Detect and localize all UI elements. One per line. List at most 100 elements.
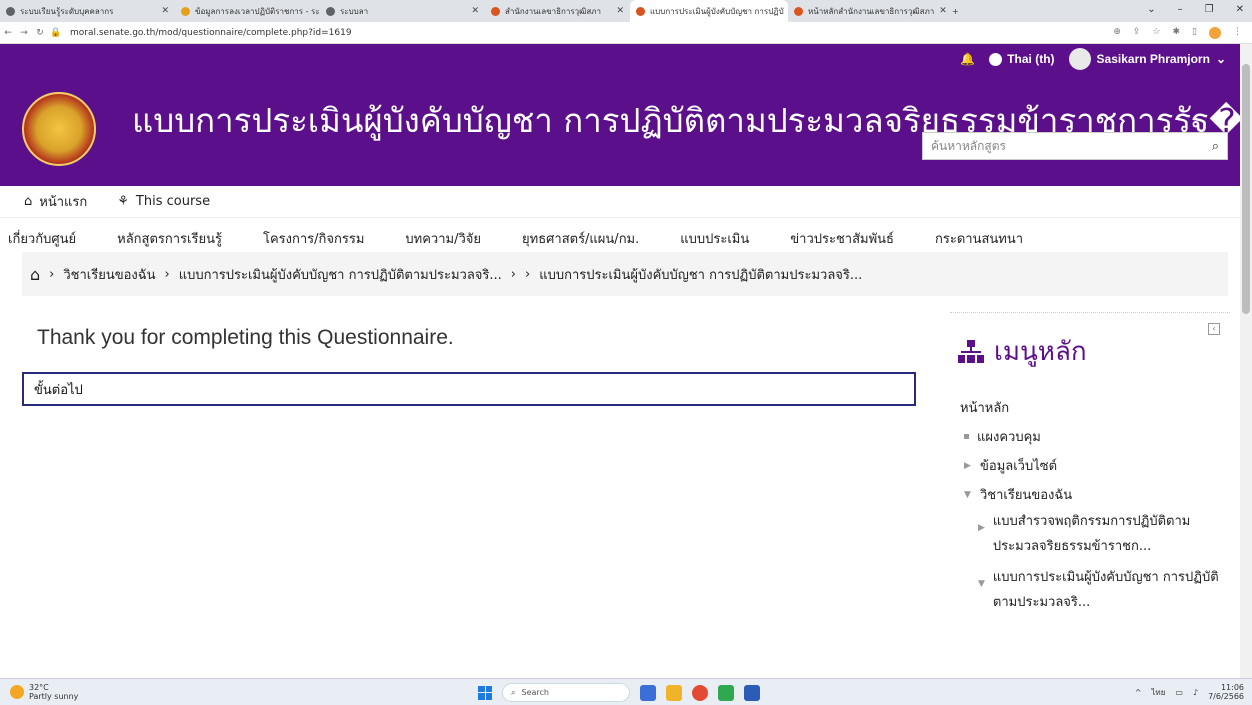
menu-item-news[interactable]: ข่าวประชาสัมพันธ์ [790, 228, 894, 249]
minimize-icon[interactable]: – [1178, 4, 1183, 15]
url-field[interactable]: moral.senate.go.th/mod/questionnaire/com… [70, 28, 352, 38]
line-app-icon[interactable] [718, 684, 734, 701]
nav-dashboard[interactable]: แผงควบคุม [960, 422, 1222, 451]
browser-tab[interactable]: ข้อมูลการลงเวลาปฏิบัติราชการ - ระบบ ✕ [175, 0, 320, 22]
block-title: เมนูหลัก [958, 331, 1087, 372]
browser-tab[interactable]: หน้าหลักสำนักงานเลขาธิการวุฒิสภา ✕ [788, 0, 946, 22]
sidepanel-icon[interactable]: ▯ [1192, 27, 1197, 39]
breadcrumb-separator: › [525, 266, 531, 282]
browser-tab[interactable]: ระบบลา ✕ [320, 0, 485, 22]
nav-home[interactable]: หน้าหลัก [960, 393, 1222, 422]
this-course-link[interactable]: ⚘ This course [117, 194, 210, 209]
tab-list-icon[interactable]: ⌄ [1147, 4, 1155, 15]
scrollbar-thumb[interactable] [1242, 64, 1250, 314]
tray-expand-icon[interactable]: ^ [1135, 688, 1142, 697]
notification-bell-icon[interactable]: 🔔 [960, 52, 975, 66]
date: 7/6/2566 [1208, 692, 1244, 701]
partly-sunny-icon [10, 685, 24, 699]
close-icon[interactable]: ✕ [471, 6, 479, 16]
search-placeholder: ค้นหาหลักสูตร [931, 138, 1006, 153]
weather-text: Partly sunny [29, 692, 79, 701]
menu-item-assessment[interactable]: แบบประเมิน [680, 228, 749, 249]
chrome-icon[interactable] [692, 684, 708, 701]
volume-icon[interactable]: ♪ [1193, 688, 1198, 697]
site-favicon-icon [794, 6, 803, 16]
forward-icon[interactable]: → [16, 28, 32, 38]
browser-tab[interactable]: ระบบเรียนรู้ระดับบุคคลากร ✕ [0, 0, 175, 22]
meet-app-icon[interactable] [640, 684, 656, 701]
browser-tab-strip: ระบบเรียนรู้ระดับบุคคลากร ✕ ข้อมูลการลงเ… [0, 0, 1252, 22]
windows-start-icon[interactable] [478, 685, 492, 700]
weather-widget[interactable]: 32°C Partly sunny [0, 683, 78, 701]
site-header: แบบการประเมินผู้บังคับบัญชา การปฏิบัติตา… [0, 74, 1240, 186]
home-icon[interactable]: ⌂ [30, 265, 40, 284]
browser-tab-active[interactable]: แบบการประเมินผู้บังคับบัญชา การปฏิบั ✕ [630, 0, 788, 22]
extensions-icon[interactable]: ✱ [1173, 27, 1181, 39]
completion-message: Thank you for completing this Questionna… [37, 326, 454, 349]
close-icon[interactable]: ✕ [161, 6, 169, 16]
globe-icon [989, 52, 1003, 66]
collapse-block-icon[interactable]: ‹ [1208, 323, 1220, 335]
back-icon[interactable]: ← [0, 28, 16, 38]
lock-icon[interactable]: 🔒 [48, 28, 64, 38]
ime-indicator[interactable]: ไทย [1151, 686, 1165, 699]
nav-course-assessment[interactable]: ▼ แบบการประเมินผู้บังคับบัญชา การปฏิบัติ… [960, 565, 1222, 615]
zoom-icon[interactable]: ⊕ [1113, 27, 1121, 39]
nav-my-courses[interactable]: ▼ วิชาเรียนของฉัน [960, 480, 1222, 509]
collapse-arrow-icon[interactable]: ▼ [978, 579, 985, 589]
expand-arrow-icon[interactable]: ▶ [978, 523, 985, 533]
language-menu[interactable]: Thai (th) [989, 52, 1055, 66]
nav-tree: หน้าหลัก แผงควบคุม ▶ ข้อมูลเว็บไซต์ ▼ วิ… [960, 393, 1222, 621]
next-button[interactable]: ขั้นต่อไป [22, 372, 916, 406]
time: 11:06 [1220, 683, 1244, 692]
menu-item-forum[interactable]: กระดานสนทนา [935, 228, 1023, 249]
menu-icon[interactable]: ⋮ [1233, 27, 1242, 39]
nav-site-info[interactable]: ▶ ข้อมูลเว็บไซต์ [960, 451, 1222, 480]
course-search-input[interactable]: ค้นหาหลักสูตร ⌕ [922, 132, 1228, 160]
menu-item-about[interactable]: เกี่ยวกับศูนย์ [8, 228, 76, 249]
nav-course-survey[interactable]: ▶ แบบสำรวจพฤติกรรมการปฏิบัติตามประมวลจริ… [960, 509, 1222, 559]
profile-icon[interactable] [1209, 26, 1221, 39]
menu-item-articles[interactable]: บทความ/วิจัย [405, 228, 481, 249]
user-menu[interactable]: Sasikarn Phramjorn ⌄ [1068, 48, 1226, 70]
site-favicon-icon [491, 6, 500, 16]
chevron-down-icon: ⌄ [1215, 52, 1226, 66]
breadcrumb-item[interactable]: แบบการประเมินผู้บังคับบัญชา การปฏิบัติตา… [179, 264, 502, 285]
this-course-label: This course [135, 194, 211, 209]
close-window-icon[interactable]: ✕ [1236, 4, 1244, 15]
breadcrumb: ⌂ › วิชาเรียนของฉัน › แบบการประเมินผู้บั… [22, 252, 1228, 296]
menu-item-courses[interactable]: หลักสูตรการเรียนรู้ [117, 228, 222, 249]
bookmark-star-icon[interactable]: ☆ [1152, 27, 1160, 39]
taskbar-search[interactable]: ⌕ Search [502, 683, 630, 702]
home-link[interactable]: ⌂ หน้าแรก [24, 191, 87, 212]
breadcrumb-item[interactable]: วิชาเรียนของฉัน [63, 264, 155, 285]
breadcrumb-item[interactable]: แบบการประเมินผู้บังคับบัญชา การปฏิบัติตา… [539, 264, 862, 285]
tab-title: ระบบลา [340, 6, 369, 16]
file-explorer-icon[interactable] [666, 684, 682, 701]
menu-item-projects[interactable]: โครงการ/กิจกรรม [263, 228, 364, 249]
menu-item-strategy[interactable]: ยุทธศาสตร์/แผน/กม. [522, 228, 639, 249]
search-icon[interactable]: ⌕ [1212, 139, 1219, 154]
temperature: 32°C [29, 683, 49, 692]
os-taskbar: 32°C Partly sunny ⌕ Search ^ ไทย ▭ ♪ 11:… [0, 678, 1252, 705]
new-tab-button[interactable]: + [946, 0, 966, 22]
collapse-arrow-icon[interactable]: ▼ [964, 490, 972, 500]
restore-icon[interactable]: ❐ [1205, 4, 1214, 15]
clock[interactable]: 11:06 7/6/2566 [1208, 683, 1244, 701]
close-icon[interactable]: ✕ [939, 6, 946, 16]
browser-tab[interactable]: สำนักงานเลขาธิการวุฒิสภา ✕ [485, 0, 630, 22]
close-icon[interactable]: ✕ [616, 6, 624, 16]
page-scrollbar[interactable] [1240, 44, 1252, 678]
site-favicon-icon [636, 6, 645, 16]
word-app-icon[interactable] [744, 684, 760, 701]
nav-site-info-label: ข้อมูลเว็บไซต์ [980, 459, 1058, 474]
expand-arrow-icon[interactable]: ▶ [964, 461, 972, 471]
window-controls: ⌄ – ❐ ✕ [1147, 4, 1244, 15]
block-title-label: เมนูหลัก [994, 337, 1087, 367]
senate-seal-logo[interactable] [22, 92, 96, 166]
next-label: ขั้นต่อไป [34, 382, 83, 398]
share-icon[interactable]: ⇪ [1133, 27, 1141, 39]
monitor-icon[interactable]: ▭ [1175, 688, 1183, 697]
reload-icon[interactable]: ↻ [32, 28, 48, 38]
home-icon: ⌂ [24, 194, 33, 209]
